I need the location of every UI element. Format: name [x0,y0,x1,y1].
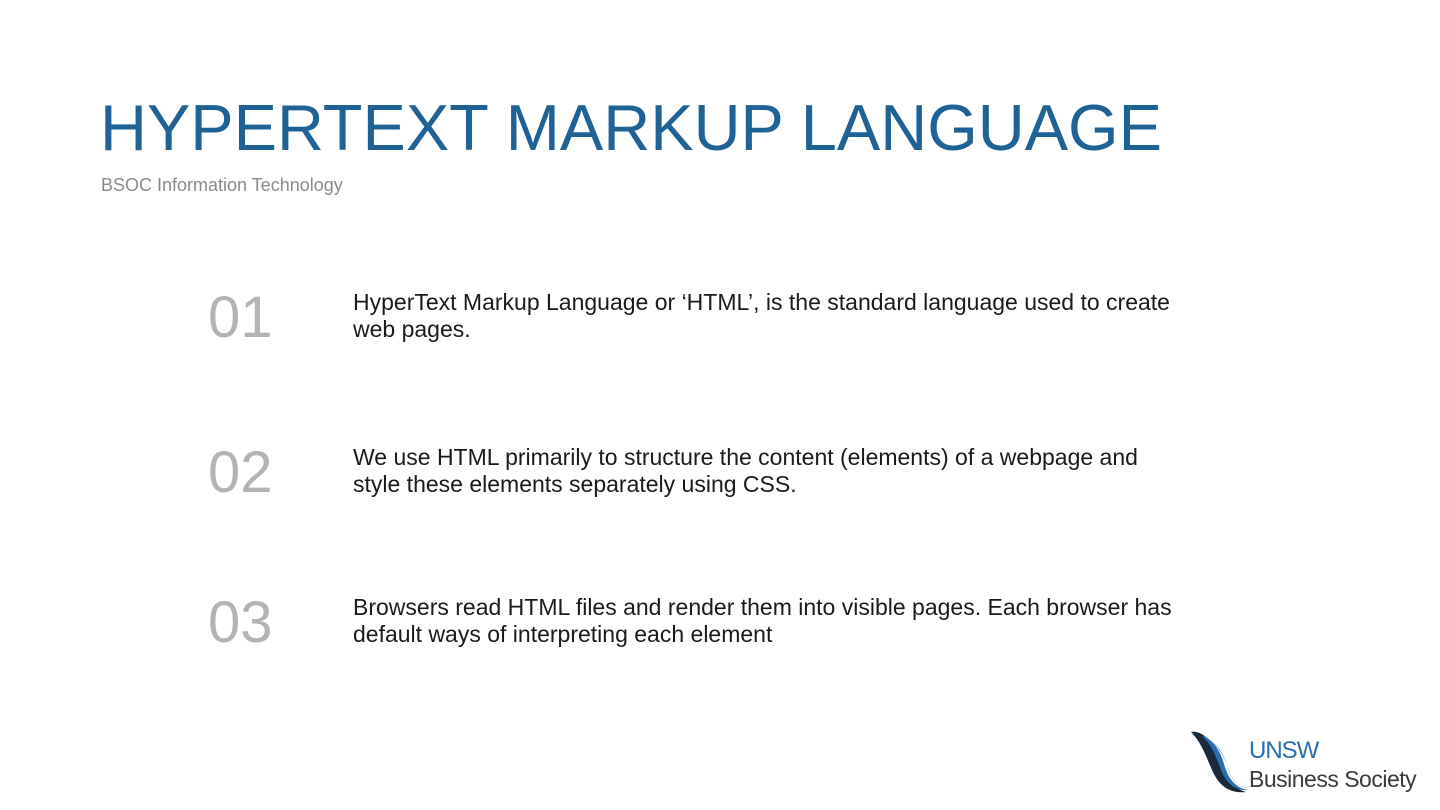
logo-wave-icon [1191,731,1249,793]
logo-society-text: Business Society [1249,766,1417,792]
point-number: 02 [208,440,273,505]
point-text: HyperText Markup Language or ‘HTML’, is … [353,289,1170,342]
point-number: 03 [208,590,273,655]
point-text: We use HTML primarily to structure the c… [353,444,1138,497]
logo-unsw-text: UNSW [1249,737,1319,764]
slide-title: HYPERTEXT MARKUP LANGUAGE [100,91,1162,164]
unsw-business-society-logo: UNSW Business Society [1188,728,1428,798]
point-number: 01 [208,285,273,350]
slide-subtitle: BSOC Information Technology [101,175,343,195]
point-text: Browsers read HTML files and render them… [353,594,1172,647]
slide: HYPERTEXT MARKUP LANGUAGE BSOC Informati… [0,0,1440,810]
